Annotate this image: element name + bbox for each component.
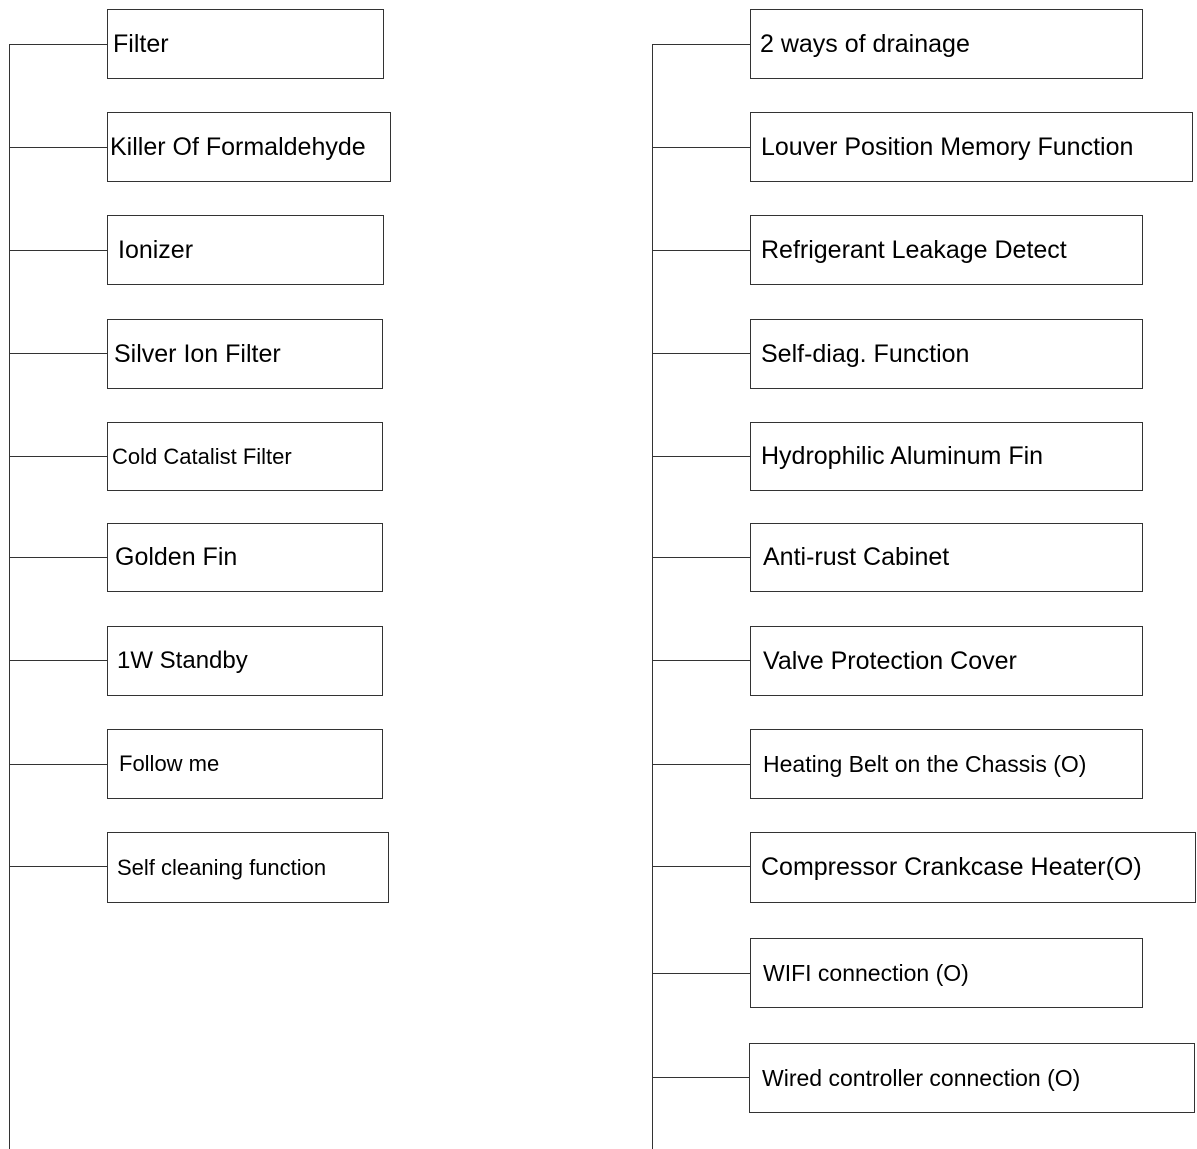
feature-box-killer-of-formaldehyde: Killer Of Formaldehyde: [107, 112, 391, 182]
right-branch-line: [652, 973, 750, 974]
feature-label: Self-diag. Function: [761, 339, 970, 368]
feature-box-ionizer: Ionizer: [107, 215, 384, 285]
right-branch-line: [652, 660, 750, 661]
feature-label: Filter: [113, 29, 169, 58]
right-branch-line: [652, 44, 750, 45]
feature-label: Ionizer: [118, 235, 194, 264]
feature-label: Compressor Crankcase Heater(O): [761, 853, 1142, 881]
feature-label: Valve Protection Cover: [763, 646, 1017, 675]
left-branch-line: [9, 353, 107, 354]
feature-box-self-diag-function: Self-diag. Function: [750, 319, 1143, 389]
feature-box-wired-controller-connection: Wired controller connection (O): [749, 1043, 1195, 1113]
feature-box-refrigerant-leakage-detect: Refrigerant Leakage Detect: [750, 215, 1143, 285]
feature-label: Wired controller connection (O): [762, 1064, 1081, 1091]
left-branch-line: [9, 866, 107, 867]
feature-box-golden-fin: Golden Fin: [107, 523, 383, 592]
feature-box-wifi-connection: WIFI connection (O): [750, 938, 1143, 1008]
feature-box-follow-me: Follow me: [107, 729, 383, 799]
left-branch-line: [9, 660, 107, 661]
right-branch-line: [652, 764, 750, 765]
right-branch-line: [652, 1077, 749, 1078]
right-branch-line: [652, 250, 750, 251]
left-branch-line: [9, 250, 107, 251]
right-trunk-line: [652, 44, 653, 1149]
feature-label: Silver Ion Filter: [114, 339, 281, 368]
right-branch-line: [652, 353, 750, 354]
feature-label: 2 ways of drainage: [760, 29, 970, 58]
feature-box-self-cleaning-function: Self cleaning function: [107, 832, 389, 903]
feature-label: Heating Belt on the Chassis (O): [763, 750, 1087, 777]
right-branch-line: [652, 557, 750, 558]
feature-label: Self cleaning function: [117, 854, 327, 880]
feature-box-louver-position-memory-function: Louver Position Memory Function: [750, 112, 1193, 182]
feature-label: Cold Catalist Filter: [112, 443, 292, 469]
left-branch-line: [9, 147, 107, 148]
feature-label: Killer Of Formaldehyde: [110, 132, 366, 161]
feature-label: Refrigerant Leakage Detect: [761, 235, 1067, 264]
left-branch-line: [9, 44, 107, 45]
feature-box-2-ways-of-drainage: 2 ways of drainage: [750, 9, 1143, 79]
feature-label: Anti-rust Cabinet: [763, 543, 950, 571]
feature-label: Golden Fin: [115, 543, 238, 571]
feature-label: 1W Standby: [117, 647, 248, 674]
right-branch-line: [652, 866, 750, 867]
feature-box-heating-belt-on-the-chassis: Heating Belt on the Chassis (O): [750, 729, 1143, 799]
feature-label: Follow me: [119, 751, 220, 776]
right-branch-line: [652, 456, 750, 457]
left-trunk-line: [9, 44, 10, 1149]
feature-box-cold-catalist-filter: Cold Catalist Filter: [107, 422, 383, 491]
left-branch-line: [9, 764, 107, 765]
feature-label: Louver Position Memory Function: [761, 132, 1134, 161]
feature-box-silver-ion-filter: Silver Ion Filter: [107, 319, 383, 389]
feature-box-anti-rust-cabinet: Anti-rust Cabinet: [750, 523, 1143, 592]
feature-box-valve-protection-cover: Valve Protection Cover: [750, 626, 1143, 696]
left-branch-line: [9, 557, 107, 558]
right-branch-line: [652, 147, 750, 148]
feature-box-filter: Filter: [107, 9, 384, 79]
feature-box-hydrophilic-aluminum-fin: Hydrophilic Aluminum Fin: [750, 422, 1143, 491]
feature-label: Hydrophilic Aluminum Fin: [761, 442, 1044, 470]
feature-box-1w-standby: 1W Standby: [107, 626, 383, 696]
feature-box-compressor-crankcase-heater: Compressor Crankcase Heater(O): [750, 832, 1196, 903]
left-branch-line: [9, 456, 107, 457]
feature-label: WIFI connection (O): [763, 959, 969, 986]
